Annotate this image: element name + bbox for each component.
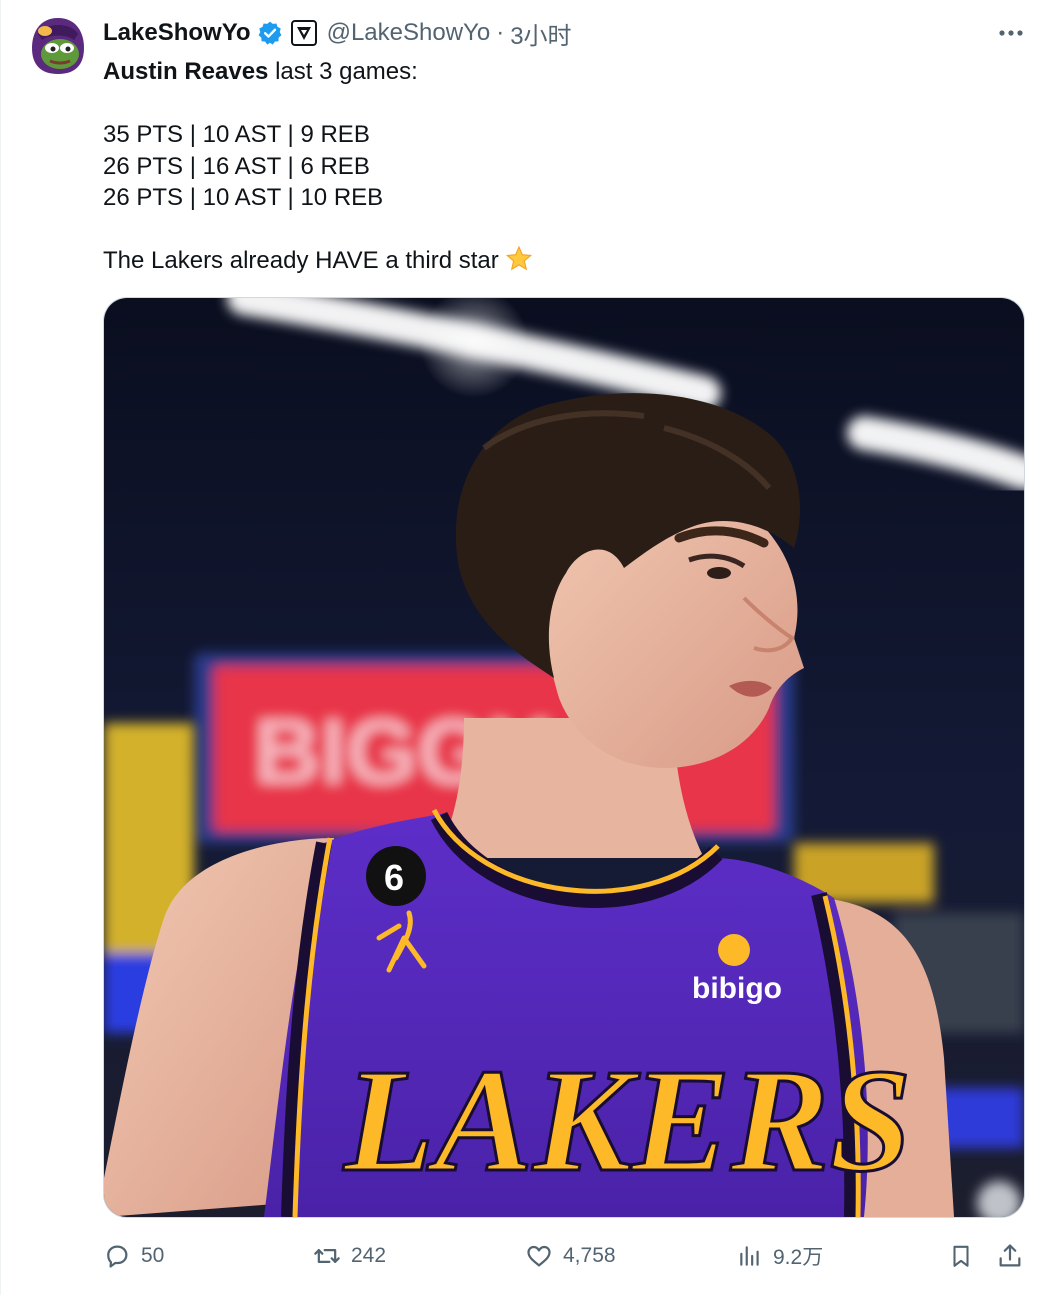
author-handle[interactable]: @LakeShowYo xyxy=(327,19,491,47)
timeline-border xyxy=(0,0,1,1295)
share-button[interactable] xyxy=(996,1236,1024,1276)
share-icon xyxy=(999,1244,1021,1267)
like-count: 4,758 xyxy=(563,1244,616,1267)
retweet-count: 242 xyxy=(351,1244,387,1267)
reply-icon xyxy=(107,1245,128,1268)
stat-line: 26 PTS | 16 AST | 6 REB xyxy=(103,152,370,180)
more-options-button[interactable] xyxy=(994,20,1028,46)
tweet-line-intro: Austin Reaves last 3 games: xyxy=(103,56,1023,88)
reply-button[interactable]: 50 xyxy=(103,1236,164,1276)
jersey-patch-number: 6 xyxy=(384,857,404,898)
more-icon xyxy=(999,30,1023,36)
separator-dot: · xyxy=(496,19,505,46)
retweet-button[interactable]: 242 xyxy=(313,1236,386,1276)
bookmark-button[interactable] xyxy=(948,1236,974,1276)
stat-line: 35 PTS | 10 AST | 9 REB xyxy=(103,121,370,148)
star-emoji-icon xyxy=(505,245,533,282)
retweet-icon xyxy=(314,1249,340,1263)
views-count: 9.2万 xyxy=(773,1246,824,1269)
views-button[interactable]: 9.2万 xyxy=(737,1236,823,1276)
tweet-line-closing: The Lakers already HAVE a third star xyxy=(103,245,1023,282)
sponsor-text: bibigo xyxy=(692,972,782,1005)
bookmark-icon xyxy=(953,1245,969,1267)
affiliate-logo-icon[interactable] xyxy=(290,20,317,46)
avatar[interactable] xyxy=(30,16,86,76)
jersey-wordmark: LAKERS xyxy=(342,1039,912,1203)
heart-icon xyxy=(527,1245,551,1267)
tweet-text: Austin Reaves last 3 games: 35 PTS | 10 … xyxy=(103,56,1023,282)
tweet-timestamp[interactable]: 3小时 xyxy=(510,16,571,51)
intro-text: last 3 games: xyxy=(268,58,418,85)
stat-line: 26 PTS | 10 AST | 10 REB xyxy=(103,184,384,211)
display-name[interactable]: LakeShowYo xyxy=(103,19,251,47)
verified-badge-icon[interactable] xyxy=(257,20,283,46)
tweet-photo[interactable]: BIGGY 6 bibigo LAKERS xyxy=(103,297,1025,1218)
tweet-actions-bar: 50 242 4,758 9.2万 xyxy=(103,1236,1028,1276)
tweet-header: LakeShowYo @LakeShowYo · 3小时 xyxy=(103,16,572,50)
reply-count: 50 xyxy=(141,1244,165,1267)
player-mention[interactable]: Austin Reaves xyxy=(103,58,268,85)
views-chart-icon xyxy=(740,1246,759,1266)
closing-text: The Lakers already HAVE a third star xyxy=(103,247,499,274)
like-button[interactable]: 4,758 xyxy=(525,1236,616,1276)
